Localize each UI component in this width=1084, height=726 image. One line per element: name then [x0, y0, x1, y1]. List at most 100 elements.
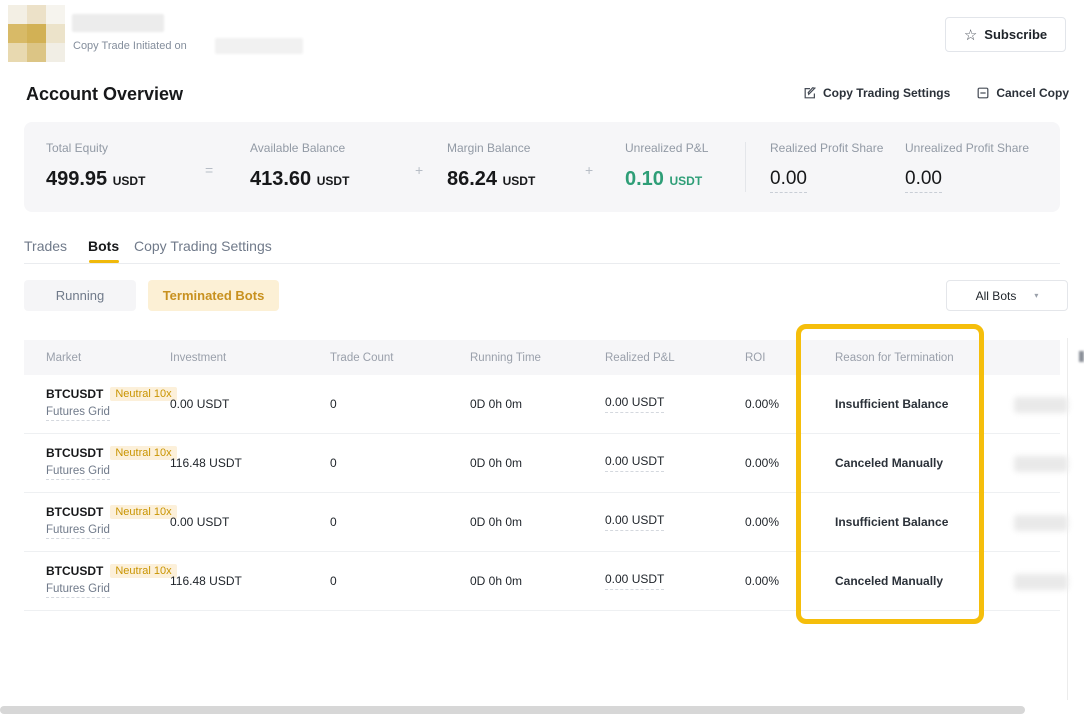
investment-cell: 0.00 USDT	[170, 515, 330, 529]
pinned-column-divider	[1067, 338, 1068, 700]
col-reason-for-termination: Reason for Termination	[835, 352, 1021, 364]
table-row[interactable]: BTCUSDTNeutral 10x Futures Grid 0.00 USD…	[24, 493, 1060, 552]
bot-type-label: Futures Grid	[46, 406, 110, 421]
table-row[interactable]: BTCUSDTNeutral 10x Futures Grid 116.48 U…	[24, 552, 1060, 611]
minus-square-icon	[976, 86, 990, 100]
investment-cell: 116.48 USDT	[170, 456, 330, 470]
realized-profit-share-label: Realized Profit Share	[770, 141, 883, 155]
table-row[interactable]: BTCUSDTNeutral 10x Futures Grid 0.00 USD…	[24, 375, 1060, 434]
copy-trading-page: Copy Trade Initiated on ☆ Subscribe Acco…	[0, 0, 1084, 726]
bot-filter-value: All Bots	[976, 289, 1017, 303]
filter-terminated-bots-button[interactable]: Terminated Bots	[148, 280, 279, 311]
termination-reason-cell: Canceled Manually	[835, 456, 1021, 470]
trader-avatar[interactable]	[8, 5, 65, 62]
row-action-redacted[interactable]	[1014, 397, 1068, 413]
chevron-down-icon: ▾	[1034, 291, 1038, 300]
row-action-redacted[interactable]	[1014, 515, 1068, 531]
trade-count-cell: 0	[330, 397, 470, 411]
bot-type-label: Futures Grid	[46, 465, 110, 480]
termination-reason-cell: Insufficient Balance	[835, 515, 1021, 529]
leverage-badge: Neutral 10x	[110, 505, 176, 519]
copy-trading-settings-button[interactable]: Copy Trading Settings	[803, 86, 950, 100]
realized-pnl-cell: 0.00 USDT	[605, 395, 664, 413]
col-running-time: Running Time	[470, 352, 605, 364]
edit-icon	[803, 86, 817, 100]
trader-name-redacted	[72, 14, 164, 32]
row-action-redacted[interactable]	[1014, 456, 1068, 472]
trade-count-cell: 0	[330, 574, 470, 588]
available-balance-unit: USDT	[317, 174, 350, 188]
pair-label: BTCUSDT	[46, 387, 103, 401]
unrealized-pnl-label: Unrealized P&L	[625, 141, 708, 155]
market-cell: BTCUSDTNeutral 10x Futures Grid	[46, 446, 170, 480]
running-time-cell: 0D 0h 0m	[470, 397, 605, 411]
roi-cell: 0.00%	[745, 574, 835, 588]
market-cell: BTCUSDTNeutral 10x Futures Grid	[46, 505, 170, 539]
total-equity-label: Total Equity	[46, 141, 108, 155]
margin-balance-value: 86.24	[447, 168, 497, 190]
col-realized-pnl: Realized P&L	[605, 352, 745, 364]
unrealized-profit-share-label: Unrealized Profit Share	[905, 141, 1029, 155]
cancel-copy-label: Cancel Copy	[996, 86, 1069, 100]
termination-reason-cell: Canceled Manually	[835, 574, 1021, 588]
total-equity-value: 499.95	[46, 168, 107, 190]
col-trade-count: Trade Count	[330, 352, 470, 364]
bot-filter-dropdown[interactable]: All Bots ▾	[946, 280, 1068, 311]
initiated-date-redacted	[215, 38, 303, 54]
roi-cell: 0.00%	[745, 456, 835, 470]
unrealized-pnl-value: 0.10	[625, 168, 664, 190]
realized-profit-share-value: 0.00	[770, 168, 807, 193]
realized-pnl-cell: 0.00 USDT	[605, 513, 664, 531]
termination-reason-cell: Insufficient Balance	[835, 397, 1021, 411]
trade-count-cell: 0	[330, 456, 470, 470]
stats-divider	[745, 142, 746, 192]
row-action-redacted[interactable]	[1014, 574, 1068, 590]
pair-label: BTCUSDT	[46, 564, 103, 578]
running-time-cell: 0D 0h 0m	[470, 574, 605, 588]
table-header: Market Investment Trade Count Running Ti…	[24, 340, 1060, 375]
bot-type-label: Futures Grid	[46, 524, 110, 539]
market-cell: BTCUSDTNeutral 10x Futures Grid	[46, 564, 170, 598]
table-row[interactable]: BTCUSDTNeutral 10x Futures Grid 116.48 U…	[24, 434, 1060, 493]
star-icon: ☆	[964, 26, 977, 44]
col-market: Market	[46, 352, 170, 364]
margin-balance-unit: USDT	[503, 174, 536, 188]
bot-type-label: Futures Grid	[46, 583, 110, 598]
available-balance-value: 413.60	[250, 168, 311, 190]
investment-cell: 0.00 USDT	[170, 397, 330, 411]
market-cell: BTCUSDTNeutral 10x Futures Grid	[46, 387, 170, 421]
leverage-badge: Neutral 10x	[110, 446, 176, 460]
tab-bots[interactable]: Bots	[88, 238, 119, 254]
subscribe-button[interactable]: ☆ Subscribe	[945, 17, 1066, 52]
pair-label: BTCUSDT	[46, 505, 103, 519]
page-title: Account Overview	[26, 84, 183, 105]
unrealized-pnl-unit: USDT	[670, 174, 703, 188]
subscribe-label: Subscribe	[984, 27, 1047, 42]
account-stats-bar: Total Equity 499.95 USDT = Available Bal…	[24, 122, 1060, 212]
plus-sign: +	[585, 162, 593, 178]
overview-actions: Copy Trading Settings Cancel Copy	[803, 86, 1069, 100]
leverage-badge: Neutral 10x	[110, 564, 176, 578]
roi-cell: 0.00%	[745, 515, 835, 529]
realized-pnl-cell: 0.00 USDT	[605, 454, 664, 472]
running-time-cell: 0D 0h 0m	[470, 515, 605, 529]
tabs-divider	[24, 263, 1060, 264]
unrealized-profit-share-value: 0.00	[905, 168, 942, 193]
col-roi: ROI	[745, 352, 835, 364]
cancel-copy-button[interactable]: Cancel Copy	[976, 86, 1069, 100]
trade-count-cell: 0	[330, 515, 470, 529]
copy-trade-initiated-label: Copy Trade Initiated on	[73, 40, 187, 52]
col-investment: Investment	[170, 352, 330, 364]
realized-pnl-cell: 0.00 USDT	[605, 572, 664, 590]
roi-cell: 0.00%	[745, 397, 835, 411]
pair-label: BTCUSDT	[46, 446, 103, 460]
filter-running-button[interactable]: Running	[24, 280, 136, 311]
copy-trading-settings-label: Copy Trading Settings	[823, 86, 950, 100]
total-equity-unit: USDT	[113, 174, 146, 188]
tab-trades[interactable]: Trades	[24, 238, 67, 254]
leverage-badge: Neutral 10x	[110, 387, 176, 401]
margin-balance-label: Margin Balance	[447, 141, 530, 155]
running-time-cell: 0D 0h 0m	[470, 456, 605, 470]
tab-copy-trading-settings[interactable]: Copy Trading Settings	[134, 238, 272, 254]
horizontal-scrollbar[interactable]	[0, 706, 1025, 714]
